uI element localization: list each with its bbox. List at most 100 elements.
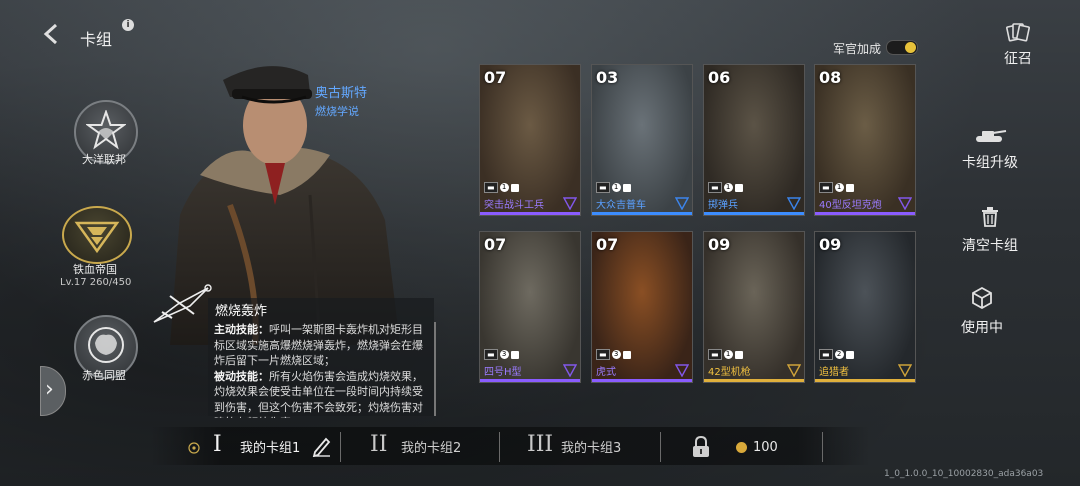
officer-bonus-label: 军官加成 [833, 42, 882, 56]
rarity-bar [592, 379, 692, 382]
card-cost: 07 [484, 68, 507, 87]
cards-icon [1006, 23, 1030, 42]
officer-bonus-toggle[interactable] [886, 40, 918, 55]
card-stats: ▬ 3 [596, 349, 631, 360]
active-skill-label: 主动技能： [214, 323, 269, 336]
deck-card[interactable]: 08 ▬ 1 40型反坦克炮 [814, 64, 916, 216]
recruit-button[interactable]: 征召 [998, 22, 1038, 68]
tank-icon [976, 130, 1007, 142]
rename-pen-icon[interactable] [312, 435, 332, 457]
rarity-bar [815, 212, 915, 215]
unit-type-icon: ▬ [596, 182, 610, 193]
card-stats: ▬ 1 [708, 349, 743, 360]
card-cost: 07 [484, 235, 507, 254]
tab-separator [340, 432, 341, 462]
card-name: 虎式 [596, 367, 616, 378]
recruit-label: 征召 [1004, 51, 1032, 67]
flag-icon [510, 183, 519, 192]
clear-deck-button[interactable]: 清空卡组 [940, 207, 1040, 255]
deck-card[interactable]: 09 ▬ 1 42型机枪 [703, 231, 805, 383]
bear-emblem-icon [88, 327, 124, 363]
card-count: 2 [834, 350, 844, 359]
card-count: 1 [611, 183, 621, 192]
faction-level: Lv.17 260/450 [60, 277, 132, 288]
bomber-plane-icon [153, 284, 212, 323]
card-stats: ▬ 1 [484, 182, 519, 193]
skill-description[interactable]: 主动技能：呼叫一架斯图卡轰炸机对矩形目标区域实施高爆燃烧弹轰炸，燃烧弹会在爆炸后… [214, 322, 432, 418]
deck-card[interactable]: 09 ▬ 2 追猎者 [814, 231, 916, 383]
trash-icon [982, 207, 998, 227]
deck-tab-3[interactable]: 我的卡组3 [561, 437, 621, 456]
chevron-right-icon: › [45, 377, 54, 402]
target-icon [188, 442, 200, 454]
card-count: 3 [611, 350, 621, 359]
card-cost: 09 [819, 235, 842, 254]
cube-icon [972, 286, 992, 310]
card-stats: ▬ 3 [484, 349, 519, 360]
card-count: 3 [499, 350, 509, 359]
faction-label: 铁血帝国 [73, 263, 117, 276]
general-name: 奥古斯特 [315, 86, 368, 101]
card-cost: 09 [708, 235, 731, 254]
deck-tab-1[interactable]: 我的卡组1 [240, 437, 300, 456]
faction-iron-empire[interactable] [62, 206, 132, 264]
unit-type-icon: ▬ [484, 349, 498, 360]
faction-label: 大洋联邦 [82, 153, 126, 166]
unit-type-icon: ▬ [819, 349, 833, 360]
faction-emblem-icon [675, 364, 689, 377]
clear-deck-label: 清空卡组 [962, 238, 1018, 254]
deck-card[interactable]: 07 ▬ 3 四号H型 [479, 231, 581, 383]
star-emblem-icon [86, 110, 126, 150]
rarity-bar [704, 212, 804, 215]
rarity-bar [704, 379, 804, 382]
deck-card[interactable]: 06 ▬ 1 掷弹兵 [703, 64, 805, 216]
flag-icon [734, 183, 743, 192]
deck-3-numeral: III [527, 432, 554, 457]
flag-icon [845, 350, 854, 359]
card-cost: 07 [596, 235, 619, 254]
card-name: 42型机枪 [708, 367, 751, 378]
toggle-knob [905, 42, 916, 53]
deck-upgrade-button[interactable]: 卡组升级 [940, 128, 1040, 172]
deck-1-numeral: I [213, 432, 222, 457]
deck-card[interactable]: 03 ▬ 1 大众吉普车 [591, 64, 693, 216]
card-name: 四号H型 [484, 367, 522, 378]
in-use-button[interactable]: 使用中 [932, 286, 1032, 337]
card-cost: 08 [819, 68, 842, 87]
tab-separator [499, 432, 500, 462]
eagle-emblem-icon [74, 221, 120, 254]
card-name: 追猎者 [819, 367, 849, 378]
rarity-bar [480, 212, 580, 215]
flag-icon [510, 350, 519, 359]
in-use-label: 使用中 [961, 320, 1003, 336]
general-doctrine: 燃烧学说 [315, 105, 359, 118]
card-name: 掷弹兵 [708, 200, 738, 211]
currency-value: 100 [753, 440, 778, 455]
faction-label: 赤色同盟 [82, 369, 126, 382]
deck-tab-2[interactable]: 我的卡组2 [401, 437, 461, 456]
card-count: 1 [723, 350, 733, 359]
card-name: 大众吉普车 [596, 200, 646, 211]
deck-card[interactable]: 07 ▬ 1 突击战斗工兵 [479, 64, 581, 216]
flag-icon [622, 350, 631, 359]
card-count: 1 [834, 183, 844, 192]
card-cost: 06 [708, 68, 731, 87]
faction-emblem-icon [898, 197, 912, 210]
flag-icon [622, 183, 631, 192]
lock-icon[interactable] [692, 436, 710, 458]
faction-emblem-icon [563, 197, 577, 210]
deck-2-numeral: II [370, 432, 388, 457]
tab-separator [660, 432, 661, 462]
deck-card[interactable]: 07 ▬ 3 虎式 [591, 231, 693, 383]
passive-skill-label: 被动技能： [214, 369, 269, 383]
tab-separator [822, 432, 823, 462]
unit-type-icon: ▬ [708, 349, 722, 360]
back-arrow-icon[interactable] [40, 22, 64, 46]
skill-scrollbar[interactable] [434, 322, 436, 416]
page-title: 卡组 [80, 30, 113, 49]
card-stats: ▬ 2 [819, 349, 854, 360]
rarity-bar [592, 212, 692, 215]
info-icon[interactable]: i [122, 19, 134, 31]
faction-emblem-icon [563, 364, 577, 377]
unit-type-icon: ▬ [484, 182, 498, 193]
